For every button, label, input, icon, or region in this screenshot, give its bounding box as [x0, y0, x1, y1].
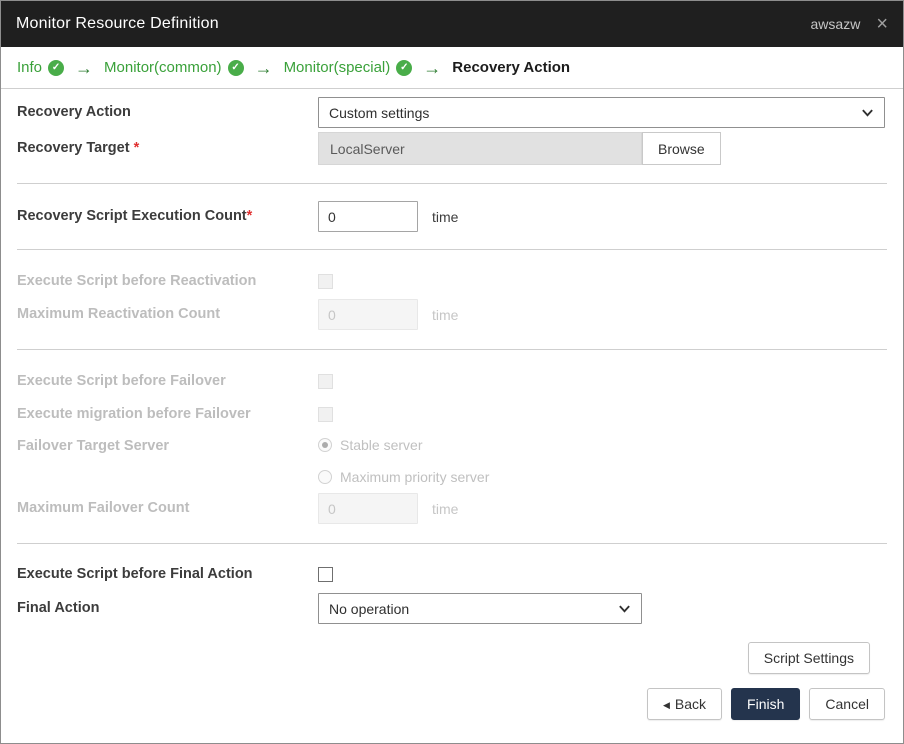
- execute-script-before-reactivation-label: Execute Script before Reactivation: [17, 272, 318, 290]
- back-button[interactable]: ◀ Back: [647, 688, 722, 720]
- finish-button[interactable]: Finish: [731, 688, 800, 720]
- maximum-reactivation-count-row: Maximum Reactivation Count time: [1, 299, 903, 330]
- step-arrow-icon: →: [423, 59, 441, 77]
- monitor-resource-definition-dialog: Monitor Resource Definition awsazw × Inf…: [0, 0, 904, 744]
- execute-migration-before-failover-label: Execute migration before Failover: [17, 405, 318, 423]
- step-monitor-special[interactable]: Monitor(special) ✓: [284, 59, 413, 76]
- maximum-failover-count-row: Maximum Failover Count time: [1, 493, 903, 524]
- dialog-actions: ◀ Back Finish Cancel: [1, 680, 903, 720]
- recovery-action-row: Recovery Action Custom settings: [1, 97, 903, 128]
- required-asterisk: *: [247, 208, 253, 224]
- maximum-failover-count-unit: time: [432, 501, 458, 517]
- final-action-select[interactable]: No operation: [318, 593, 642, 624]
- stable-server-radio: [318, 438, 332, 452]
- step-info-label: Info: [17, 59, 42, 76]
- chevron-down-icon: [861, 106, 874, 119]
- recovery-action-value: Custom settings: [329, 105, 429, 121]
- stable-server-option: Stable server: [318, 432, 489, 458]
- step-info[interactable]: Info ✓: [17, 59, 64, 76]
- recovery-script-count-label: Recovery Script Execution Count*: [17, 207, 318, 225]
- execute-script-before-failover-label: Execute Script before Failover: [17, 372, 318, 390]
- recovery-script-count-control: time: [318, 201, 885, 232]
- execute-script-before-failover-control: [318, 374, 885, 389]
- dialog-titlebar: Monitor Resource Definition awsazw ×: [1, 1, 903, 47]
- section-recovery-action: Recovery Action Custom settings Recovery…: [1, 89, 903, 183]
- execute-script-before-reactivation-checkbox: [318, 274, 333, 289]
- final-action-value: No operation: [329, 601, 409, 617]
- back-arrow-icon: ◀: [663, 700, 670, 710]
- step-recovery-action: Recovery Action: [452, 59, 570, 76]
- section-failover: Execute Script before Failover Execute m…: [1, 350, 903, 543]
- maximum-reactivation-count-unit: time: [432, 307, 458, 323]
- execute-migration-before-failover-checkbox: [318, 407, 333, 422]
- check-icon: ✓: [228, 60, 244, 76]
- final-action-label: Final Action: [17, 599, 318, 617]
- failover-target-server-row: Failover Target Server Stable server Max…: [1, 432, 903, 490]
- close-icon[interactable]: ×: [876, 14, 888, 34]
- maximum-reactivation-count-input: [318, 299, 418, 330]
- section-recovery-script-count: Recovery Script Execution Count* time: [1, 184, 903, 249]
- recovery-target-label: Recovery Target *: [17, 139, 318, 157]
- browse-button[interactable]: Browse: [642, 132, 721, 165]
- maximum-failover-count-control: time: [318, 493, 885, 524]
- recovery-target-label-text: Recovery Target: [17, 140, 130, 156]
- chevron-down-icon: [618, 602, 631, 615]
- step-arrow-icon: →: [75, 59, 93, 77]
- cluster-name: awsazw: [811, 16, 861, 32]
- section-final-action: Execute Script before Final Action Final…: [1, 544, 903, 634]
- maximum-reactivation-count-label: Maximum Reactivation Count: [17, 305, 318, 323]
- step-monitor-common[interactable]: Monitor(common) ✓: [104, 59, 244, 76]
- execute-script-before-reactivation-row: Execute Script before Reactivation: [1, 266, 903, 296]
- execute-script-before-final-action-control: [318, 567, 885, 582]
- form-area: Recovery Action Custom settings Recovery…: [1, 89, 903, 743]
- check-icon: ✓: [396, 60, 412, 76]
- check-glyph: ✓: [400, 62, 408, 73]
- execute-script-before-final-action-row: Execute Script before Final Action: [1, 559, 903, 589]
- recovery-target-row: Recovery Target * LocalServer Browse: [1, 132, 903, 165]
- maximum-failover-count-input: [318, 493, 418, 524]
- step-monitor-common-label: Monitor(common): [104, 59, 222, 76]
- required-asterisk: *: [134, 140, 140, 156]
- final-action-row: Final Action No operation: [1, 593, 903, 624]
- maximum-failover-count-label: Maximum Failover Count: [17, 499, 318, 517]
- step-recovery-action-label: Recovery Action: [452, 59, 570, 76]
- script-settings-row: Script Settings: [1, 634, 903, 680]
- failover-target-server-control: Stable server Maximum priority server: [318, 432, 885, 490]
- step-arrow-icon: →: [255, 59, 273, 77]
- execute-script-before-final-action-label: Execute Script before Final Action: [17, 565, 318, 583]
- final-action-control: No operation: [318, 593, 885, 624]
- stable-server-label: Stable server: [340, 437, 422, 453]
- maximum-priority-server-option: Maximum priority server: [318, 464, 489, 490]
- check-glyph: ✓: [231, 62, 239, 73]
- script-settings-button[interactable]: Script Settings: [748, 642, 870, 674]
- dialog-title: Monitor Resource Definition: [16, 15, 219, 33]
- wizard-steps: Info ✓ → Monitor(common) ✓ → Monitor(spe…: [1, 47, 903, 89]
- recovery-script-count-row: Recovery Script Execution Count* time: [1, 201, 903, 232]
- execute-migration-before-failover-row: Execute migration before Failover: [1, 399, 903, 429]
- maximum-reactivation-count-control: time: [318, 299, 885, 330]
- execute-script-before-reactivation-control: [318, 274, 885, 289]
- recovery-target-control: LocalServer Browse: [318, 132, 885, 165]
- execute-script-before-final-action-checkbox[interactable]: [318, 567, 333, 582]
- execute-migration-before-failover-control: [318, 407, 885, 422]
- failover-target-server-label: Failover Target Server: [17, 432, 318, 455]
- execute-script-before-failover-checkbox: [318, 374, 333, 389]
- check-glyph: ✓: [52, 62, 60, 73]
- recovery-script-count-input[interactable]: [318, 201, 418, 232]
- failover-target-server-radios: Stable server Maximum priority server: [318, 432, 489, 490]
- recovery-action-label: Recovery Action: [17, 103, 318, 121]
- cancel-button[interactable]: Cancel: [809, 688, 885, 720]
- check-icon: ✓: [48, 60, 64, 76]
- back-button-label: Back: [675, 696, 706, 712]
- maximum-priority-server-radio: [318, 470, 332, 484]
- step-monitor-special-label: Monitor(special): [284, 59, 391, 76]
- recovery-action-control: Custom settings: [318, 97, 885, 128]
- recovery-script-count-label-text: Recovery Script Execution Count: [17, 208, 247, 224]
- execute-script-before-failover-row: Execute Script before Failover: [1, 366, 903, 396]
- recovery-script-count-unit: time: [432, 209, 458, 225]
- section-reactivation: Execute Script before Reactivation Maxim…: [1, 250, 903, 349]
- recovery-target-field: LocalServer: [318, 132, 642, 165]
- maximum-priority-server-label: Maximum priority server: [340, 469, 489, 485]
- recovery-action-select[interactable]: Custom settings: [318, 97, 885, 128]
